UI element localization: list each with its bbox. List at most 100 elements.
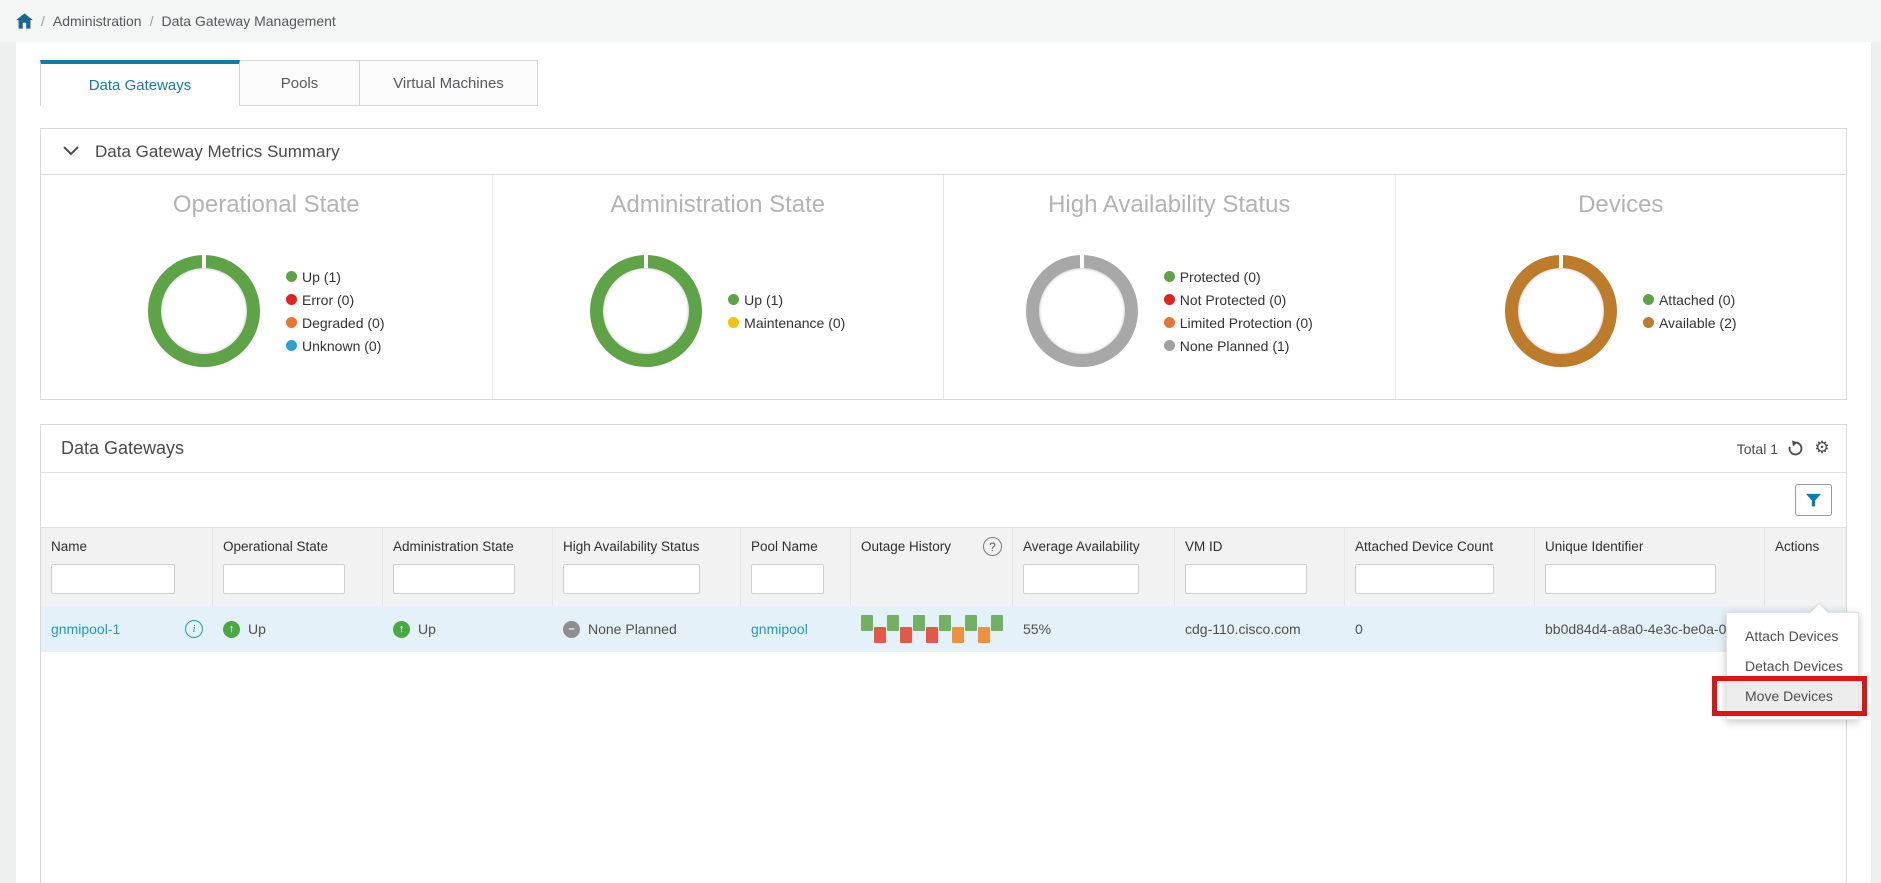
menu-item-attach-devices[interactable]: Attach Devices (1727, 621, 1858, 651)
breadcrumb-separator: / (41, 13, 45, 29)
administration-state-donut-chart (590, 254, 703, 367)
tab-virtual-machines[interactable]: Virtual Machines (360, 60, 538, 106)
filter-button[interactable] (1795, 484, 1832, 516)
pool-name-link[interactable]: gnmipool (751, 621, 808, 637)
outage-bar (913, 615, 925, 631)
tab-data-gateways[interactable]: Data Gateways (40, 60, 240, 106)
breadcrumb-separator: / (149, 13, 154, 29)
main-content-card: Data Gateways Pools Virtual Machines Dat… (16, 42, 1871, 883)
legend-dot (1163, 294, 1175, 305)
panel-title: Devices (1578, 191, 1664, 218)
metrics-summary-title: Data Gateway Metrics Summary (95, 141, 340, 161)
legend-item: Unknown (0) (286, 338, 385, 354)
page: / Administration / Data Gateway Manageme… (0, 0, 1881, 883)
administration-state-legend: Up (1) Maintenance (0) (728, 292, 845, 331)
metrics-summary-panel: Data Gateway Metrics Summary Operational… (40, 128, 1847, 400)
filter-input-attached-device-count[interactable] (1355, 564, 1494, 594)
panel-operational-state: Operational State Up (1) Error (0) Degra… (41, 175, 493, 399)
high-availability-legend: Protected (0) Not Protected (0) Limited … (1163, 269, 1313, 354)
outage-history-bars (861, 613, 1004, 645)
panel-title: Administration State (610, 191, 826, 218)
filter-input-pool-name[interactable] (751, 564, 824, 594)
legend-dot (1642, 317, 1654, 328)
legend-item: Up (1) (728, 292, 845, 308)
legend-item: Error (0) (286, 292, 385, 308)
column-high-availability-status: High Availability Status (553, 528, 741, 606)
filter-input-unique-identifier[interactable] (1545, 564, 1717, 594)
legend-item: None Planned (1) (1163, 338, 1313, 354)
legend-dot (1642, 294, 1654, 305)
table-header-row: Name Operational State Administration St… (41, 527, 1846, 606)
outage-bar (861, 615, 873, 631)
outage-bar (991, 615, 1003, 631)
legend-dot (1163, 340, 1175, 351)
outage-bar (978, 627, 990, 643)
data-gateways-section: Data Gateways Total 1 ⚙ Name Operational… (40, 424, 1847, 883)
menu-item-move-devices[interactable]: Move Devices (1712, 676, 1867, 716)
metrics-summary-header[interactable]: Data Gateway Metrics Summary (41, 129, 1846, 175)
filter-input-high-availability-status[interactable] (563, 564, 700, 594)
filter-input-vm-id[interactable] (1185, 564, 1308, 594)
breadcrumb-data-gateway-management[interactable]: Data Gateway Management (161, 13, 335, 29)
cell-vm-id: cdg-110.cisco.com (1185, 621, 1301, 637)
panel-title: Operational State (172, 191, 360, 218)
filter-input-name[interactable] (51, 564, 175, 594)
panel-high-availability-status: High Availability Status Protected (0) N… (944, 175, 1396, 399)
legend-item: Up (1) (286, 269, 385, 285)
operational-state-donut-chart (148, 254, 260, 367)
table-toolbar (41, 473, 1846, 527)
info-icon[interactable]: i (185, 620, 203, 638)
outage-bar (939, 615, 951, 631)
legend-item: Limited Protection (0) (1163, 315, 1313, 331)
home-icon[interactable] (16, 13, 33, 29)
outage-bar (874, 627, 886, 643)
tab-pools[interactable]: Pools (240, 60, 360, 106)
none-planned-status-icon: – (563, 620, 580, 638)
gateway-name-link[interactable]: gnmipool-1 (51, 621, 120, 637)
panel-title: High Availability Status (1048, 191, 1291, 218)
chevron-down-icon (63, 143, 79, 161)
legend-dot (286, 294, 297, 305)
refresh-icon[interactable] (1785, 439, 1805, 459)
legend-dot (286, 340, 297, 351)
outage-bar (887, 615, 899, 631)
cell-outage-history (851, 613, 1013, 645)
legend-dot (728, 294, 740, 305)
metrics-summary-body: Operational State Up (1) Error (0) Degra… (41, 175, 1846, 399)
outage-bar (900, 627, 912, 643)
filter-input-administration-state[interactable] (393, 564, 516, 594)
legend-dot (1163, 317, 1175, 328)
operational-state-legend: Up (1) Error (0) Degraded (0) Unknown (0… (286, 269, 385, 354)
legend-dot (286, 317, 297, 328)
legend-dot (1163, 271, 1175, 282)
cell-name: gnmipool-1 i (41, 620, 213, 638)
column-operational-state: Operational State (213, 528, 383, 606)
breadcrumb: / Administration / Data Gateway Manageme… (0, 0, 1881, 42)
column-name: Name (41, 528, 213, 606)
legend-item: Degraded (0) (286, 315, 385, 331)
devices-donut-chart (1504, 254, 1617, 367)
tab-bar: Data Gateways Pools Virtual Machines (40, 60, 1871, 106)
cell-operational-state: ↑ Up (213, 620, 383, 638)
breadcrumb-administration[interactable]: Administration (53, 13, 142, 29)
outage-bar (926, 627, 938, 643)
cell-pool-name: gnmipool (741, 621, 851, 637)
legend-dot (728, 317, 740, 328)
legend-item: Attached (0) (1642, 292, 1737, 308)
legend-item: Not Protected (0) (1163, 292, 1313, 308)
cell-average-availability: 55% (1023, 621, 1052, 637)
column-unique-identifier: Unique Identifier (1535, 528, 1765, 606)
total-count: Total 1 (1736, 440, 1778, 457)
menu-caret (1810, 604, 1828, 613)
data-gateways-header: Data Gateways Total 1 ⚙ (41, 425, 1846, 473)
table-row[interactable]: gnmipool-1 i ↑ Up ↑ Up – None Planned gn… (41, 606, 1846, 652)
help-icon[interactable]: ? (983, 537, 1002, 556)
gear-icon[interactable]: ⚙ (1812, 439, 1832, 459)
filter-input-average-availability[interactable] (1023, 564, 1139, 594)
outage-bar (952, 627, 964, 643)
cell-high-availability-status: – None Planned (553, 620, 741, 638)
up-status-icon: ↑ (223, 620, 240, 638)
menu-item-detach-devices[interactable]: Detach Devices (1727, 651, 1858, 681)
column-average-availability: Average Availability (1013, 528, 1175, 606)
filter-input-operational-state[interactable] (223, 564, 346, 594)
